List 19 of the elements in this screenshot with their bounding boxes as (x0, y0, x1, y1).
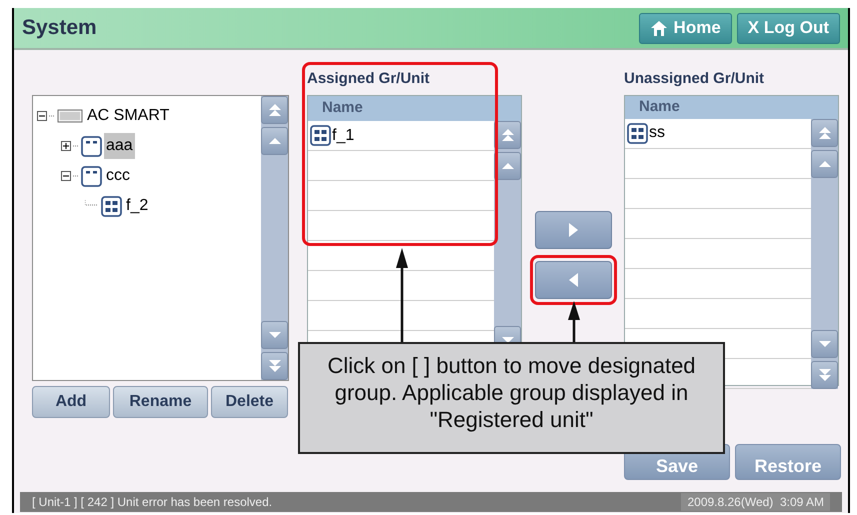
callout-text: Click on [ ] button to move designated group. Applicable group displayed in "Registered unit" (326, 352, 697, 433)
tree-action-button[interactable]: Add (32, 386, 110, 418)
list-item[interactable]: ss (649, 121, 665, 145)
list-item[interactable]: f_1 (332, 124, 354, 148)
status-time: 2009.8.26(Wed) 3:09 AM (681, 493, 830, 511)
list-title: Unassigned Gr/Unit (624, 69, 764, 89)
column-header: Name (322, 98, 363, 118)
tree-action-button[interactable]: Rename (113, 386, 208, 418)
tree-item[interactable]: f_2 (124, 193, 150, 219)
window-title: System (22, 15, 98, 42)
tree-item[interactable]: aaa (104, 133, 135, 159)
tree-item[interactable]: ccc (104, 163, 132, 189)
list-row[interactable]: f_1 (308, 121, 494, 151)
tree-action-button[interactable]: Delete (211, 386, 288, 418)
column-header: Name (639, 97, 680, 117)
list-row[interactable]: ss (625, 118, 811, 148)
list-title: Assigned Gr/Unit (307, 69, 430, 89)
tree-item[interactable]: AC SMART (85, 103, 172, 129)
status-message: [ Unit-1 ] [ 242 ] Unit error has been resolved. (32, 494, 272, 511)
